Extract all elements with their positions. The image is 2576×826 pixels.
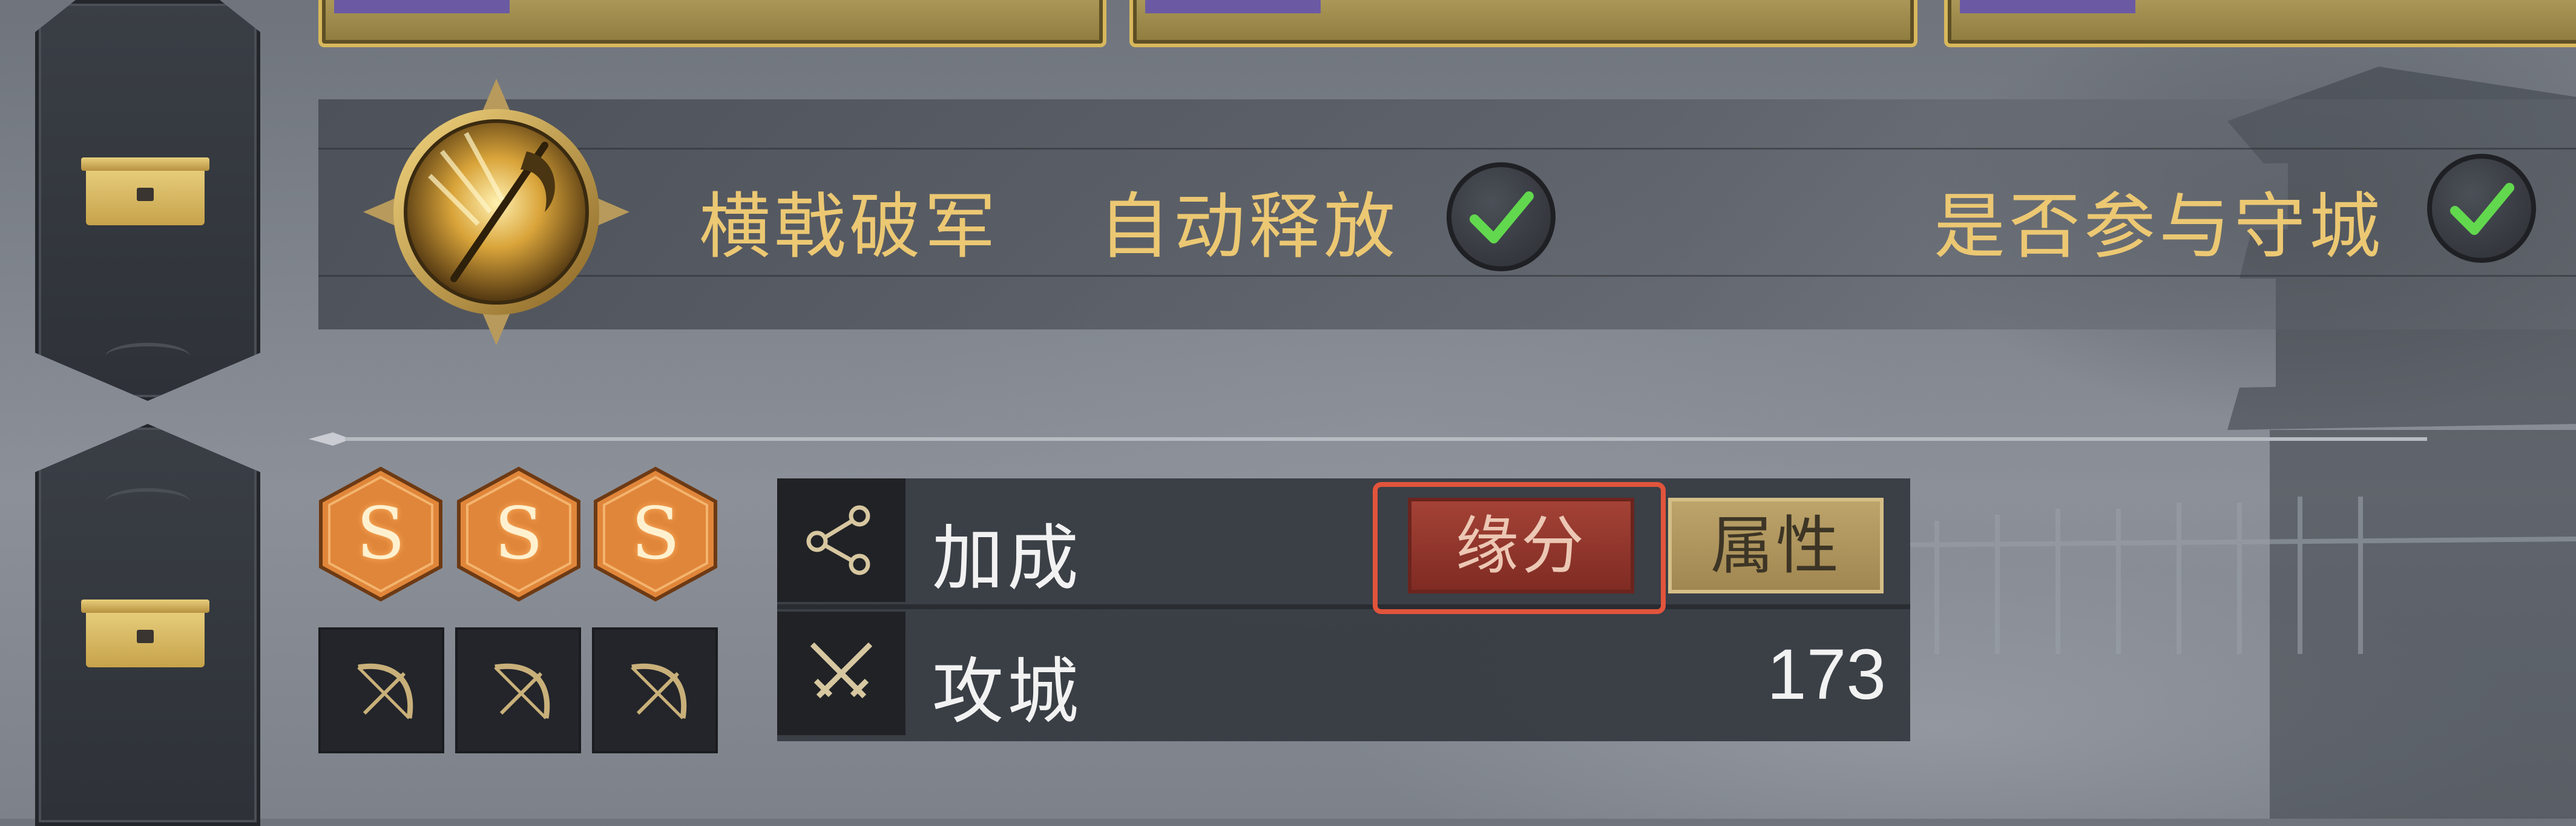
chest-icon xyxy=(81,600,209,667)
unit-type-slot[interactable] xyxy=(318,627,444,753)
crossed-swords-icon xyxy=(810,642,873,699)
rank-letter: S xyxy=(494,492,544,575)
stats-divider xyxy=(777,604,1910,609)
bonus-icon-box xyxy=(777,478,905,602)
tab-ornament xyxy=(105,343,190,371)
skill-bar-line xyxy=(318,275,2576,277)
chest-icon xyxy=(81,157,209,225)
skill-bar-line xyxy=(318,148,2576,150)
network-bonus-icon xyxy=(806,505,870,575)
siege-label: 攻城 xyxy=(932,650,1083,733)
top-slot-button-3[interactable] xyxy=(1944,0,2576,47)
bow-icon xyxy=(357,663,413,719)
siege-value: 173 xyxy=(1767,635,1886,715)
bow-icon xyxy=(494,663,550,719)
auto-release-label: 自动释放 xyxy=(1099,185,1399,268)
halberd-skill-icon[interactable] xyxy=(363,79,629,345)
tab-attributes[interactable]: 属性 xyxy=(1668,498,1884,593)
checkmark-icon xyxy=(1470,191,1534,243)
bow-icon xyxy=(631,663,687,719)
tab-attributes-label: 属性 xyxy=(1710,509,1841,583)
siege-row: 攻城 173 xyxy=(777,612,1910,735)
rank-badge: S xyxy=(317,466,444,602)
side-tab-chest-2[interactable] xyxy=(35,424,260,826)
spear-divider xyxy=(309,432,2427,446)
side-tab-chest-1[interactable] xyxy=(35,0,260,401)
unit-type-slot[interactable] xyxy=(455,627,581,753)
tab-ornament xyxy=(105,488,190,516)
slot-bar xyxy=(1960,0,2135,13)
rank-letter: S xyxy=(631,492,680,575)
top-slot-button-1[interactable] xyxy=(318,0,1106,47)
rank-badge: S xyxy=(592,466,719,602)
slot-bar xyxy=(1145,0,1321,13)
fence-silhouette xyxy=(1901,497,2576,654)
unit-type-slot[interactable] xyxy=(592,627,718,753)
siege-icon-box xyxy=(777,612,905,735)
bonus-label: 加成 xyxy=(932,517,1083,600)
defend-city-checkbox[interactable] xyxy=(2427,154,2536,263)
slot-bar xyxy=(334,0,510,13)
skill-name: 横戟破军 xyxy=(699,185,1000,268)
top-slot-button-2[interactable] xyxy=(1129,0,1917,47)
rank-letter: S xyxy=(356,492,406,575)
rank-badge: S xyxy=(455,466,582,602)
defend-city-label: 是否参与守城 xyxy=(1934,185,2385,268)
auto-release-checkbox[interactable] xyxy=(1447,162,1556,271)
selected-tab-highlight xyxy=(1373,482,1666,614)
checkmark-icon xyxy=(2450,183,2514,235)
